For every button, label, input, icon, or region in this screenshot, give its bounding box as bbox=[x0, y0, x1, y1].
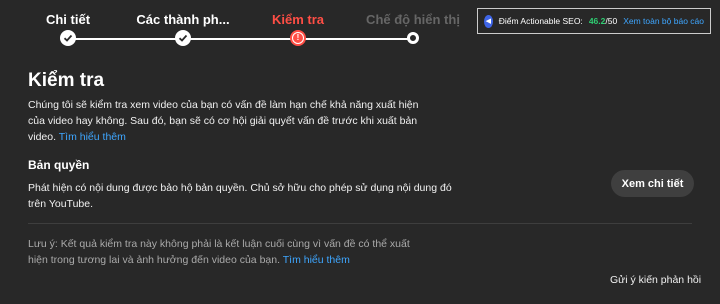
step-connector bbox=[298, 38, 413, 40]
seo-score-label: Điểm Actionable SEO: bbox=[498, 16, 583, 26]
learn-more-link[interactable]: Tìm hiểu thêm bbox=[59, 131, 126, 143]
step-details-label[interactable]: Chi tiết bbox=[46, 12, 90, 27]
seo-full-report-link[interactable]: Xem toàn bộ báo cáo bbox=[623, 16, 704, 26]
step-checks-label[interactable]: Kiểm tra bbox=[272, 12, 324, 27]
see-details-button[interactable]: Xem chi tiết bbox=[611, 170, 694, 197]
page-title: Kiểm tra bbox=[28, 70, 105, 91]
disclaimer-text: Lưu ý: Kết quả kiểm tra này không phải l… bbox=[28, 238, 410, 266]
seo-score-panel: ◀ Điểm Actionable SEO: 46.2/50 Xem toàn … bbox=[477, 8, 711, 34]
checks-intro: Chúng tôi sẽ kiểm tra xem video của bạn … bbox=[28, 97, 438, 145]
check-icon[interactable] bbox=[60, 30, 76, 46]
warning-icon[interactable]: ! bbox=[290, 30, 306, 46]
step-elements-label[interactable]: Các thành ph... bbox=[136, 12, 229, 27]
check-icon[interactable] bbox=[175, 30, 191, 46]
step-connector bbox=[183, 38, 298, 40]
note-learn-more-link[interactable]: Tìm hiểu thêm bbox=[283, 254, 350, 266]
seo-score-value: 46.2/50 bbox=[588, 16, 618, 26]
step-upcoming-dot[interactable] bbox=[407, 32, 419, 44]
copyright-text: Phát hiện có nội dung được bảo hộ bản qu… bbox=[28, 182, 452, 210]
copyright-heading: Bản quyền bbox=[28, 158, 90, 172]
upload-stepper: Chi tiết Các thành ph... Kiểm tra ! Chế … bbox=[0, 0, 470, 60]
divider bbox=[28, 223, 692, 224]
step-connector bbox=[68, 38, 183, 40]
seo-logo-icon: ◀ bbox=[484, 14, 493, 28]
disclaimer-note: Lưu ý: Kết quả kiểm tra này không phải l… bbox=[28, 236, 423, 268]
step-visibility-label[interactable]: Chế độ hiển thị bbox=[366, 12, 460, 27]
send-feedback-link[interactable]: Gửi ý kiến phản hồi bbox=[610, 274, 701, 286]
